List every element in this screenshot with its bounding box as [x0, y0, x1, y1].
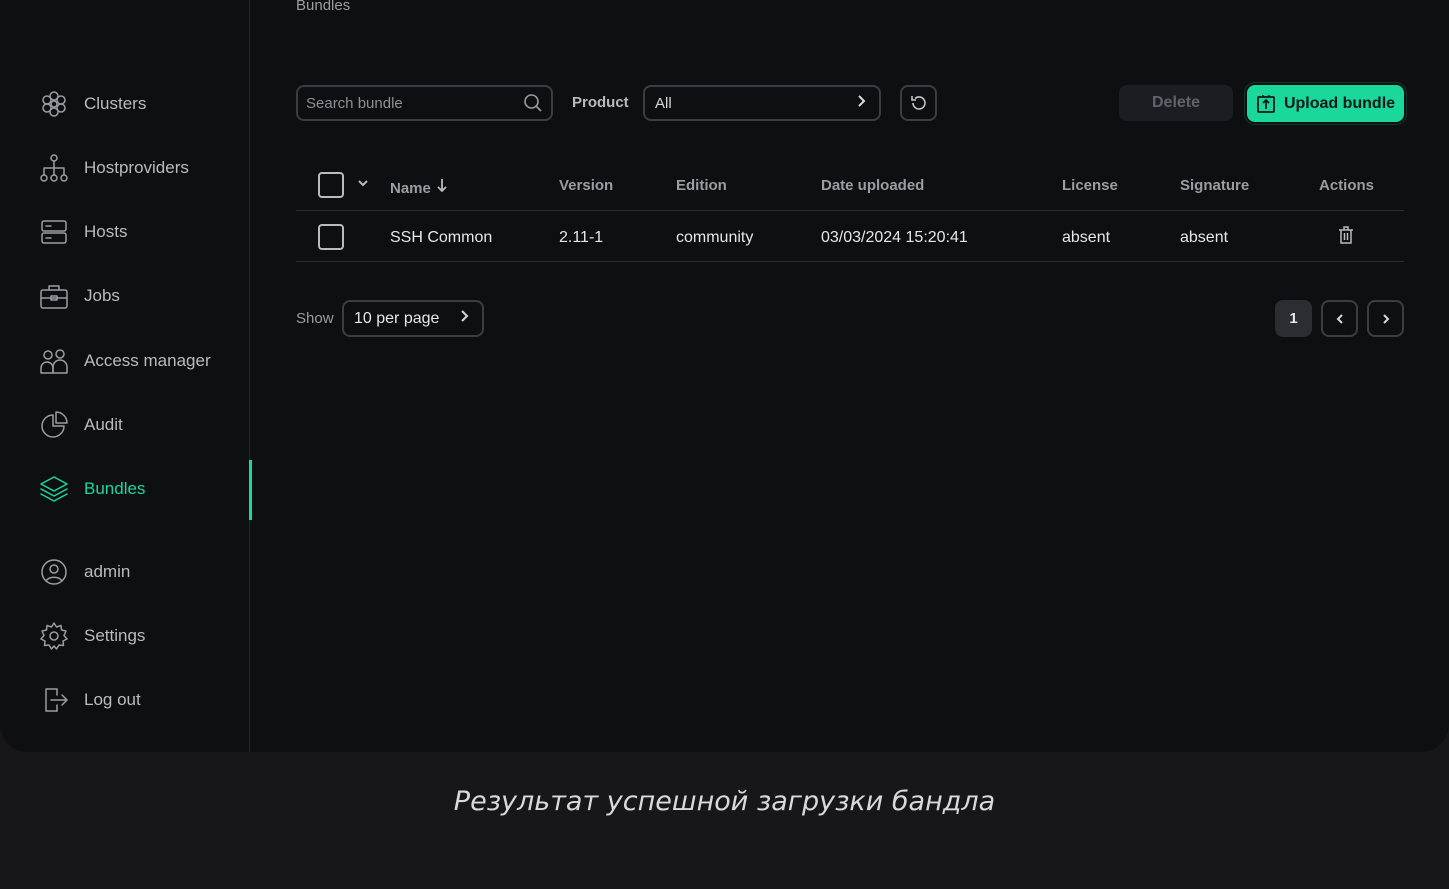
sidebar-item-label: Clusters: [84, 94, 147, 113]
search-box: [296, 85, 553, 121]
chevron-left-icon: [1336, 313, 1343, 324]
sidebar-item-clusters[interactable]: Clusters: [38, 84, 248, 124]
per-page-value: 10 per page: [354, 309, 440, 327]
jobs-icon: [38, 280, 70, 312]
sidebar-item-label: Log out: [84, 690, 141, 709]
sidebar-item-hostproviders[interactable]: Hostproviders: [38, 148, 248, 188]
sidebar-item-settings[interactable]: Settings: [38, 616, 248, 656]
sidebar-item-label: Audit: [84, 415, 123, 434]
sidebar-item-label: Access manager: [84, 351, 211, 370]
user-icon: [38, 556, 70, 588]
sidebar-item-label: admin: [84, 562, 131, 581]
gear-icon: [38, 620, 70, 652]
sidebar-item-jobs[interactable]: Jobs: [38, 276, 248, 316]
next-page-button[interactable]: [1367, 300, 1404, 337]
sidebar: Clusters Hostproviders Hosts Jobs Access…: [0, 0, 250, 752]
cell-date: 03/03/2024 15:20:41: [821, 229, 968, 246]
chevron-right-icon: [853, 93, 869, 113]
show-label: Show: [296, 310, 334, 327]
cell-signature: absent: [1180, 229, 1229, 246]
trash-icon[interactable]: [1336, 225, 1358, 247]
row-checkbox[interactable]: [318, 224, 344, 250]
hosts-icon: [38, 216, 70, 248]
sidebar-item-admin[interactable]: admin: [38, 552, 248, 592]
chevron-right-icon: [456, 308, 472, 329]
sidebar-item-audit[interactable]: Audit: [38, 405, 248, 445]
sidebar-item-label: Settings: [84, 626, 146, 645]
sidebar-item-bundles[interactable]: Bundles: [38, 469, 248, 509]
logout-icon: [38, 684, 70, 716]
select-all-checkbox[interactable]: [318, 172, 344, 198]
sidebar-item-label: Hosts: [84, 222, 128, 241]
column-header-signature[interactable]: Signature: [1180, 177, 1249, 194]
audit-icon: [38, 409, 70, 441]
cell-license: absent: [1062, 229, 1111, 246]
page-button[interactable]: 1: [1275, 300, 1312, 337]
sidebar-item-label: Hostproviders: [84, 158, 189, 177]
hostproviders-icon: [38, 152, 70, 184]
sort-down-icon: [435, 179, 449, 197]
clusters-icon: [38, 88, 70, 120]
refresh-icon: [910, 96, 926, 110]
refresh-button[interactable]: [900, 85, 937, 121]
column-header-edition[interactable]: Edition: [676, 177, 727, 194]
prev-page-button[interactable]: [1321, 300, 1358, 337]
breadcrumb: Bundles: [296, 0, 351, 14]
product-select[interactable]: All: [643, 85, 881, 121]
cell-name: SSH Common: [390, 229, 493, 246]
table-row: SSH Common 2.11-1 community 03/03/2024 1…: [296, 211, 1404, 262]
sidebar-item-logout[interactable]: Log out: [38, 680, 248, 720]
upload-bundle-button[interactable]: Upload bundle: [1247, 85, 1404, 122]
bundles-table: Name Version Edition Date uploaded Licen…: [296, 160, 1404, 262]
sidebar-item-access-manager[interactable]: Access manager: [38, 341, 248, 381]
sidebar-item-label: Jobs: [84, 286, 120, 305]
upload-bundle-label: Upload bundle: [1283, 94, 1396, 112]
sidebar-item-label: Bundles: [84, 479, 146, 498]
delete-button[interactable]: Delete: [1119, 85, 1233, 121]
chevron-right-icon: [1382, 313, 1389, 324]
column-header-version[interactable]: Version: [559, 177, 613, 194]
cell-version: 2.11-1: [559, 229, 604, 246]
main-content: Bundles Product All Delete Upload bundle…: [251, 0, 1449, 752]
column-header-name[interactable]: Name: [390, 177, 449, 197]
search-input[interactable]: [306, 94, 523, 112]
app-window: Clusters Hostproviders Hosts Jobs Access…: [0, 0, 1449, 752]
product-filter-label: Product: [572, 94, 629, 111]
product-select-value: All: [655, 94, 672, 112]
bundles-icon: [38, 473, 70, 505]
table-header: Name Version Edition Date uploaded Licen…: [296, 160, 1404, 211]
cell-edition: community: [676, 229, 754, 246]
image-caption: Результат успешной загрузки бандла: [453, 786, 996, 817]
column-header-license[interactable]: License: [1062, 177, 1118, 194]
per-page-select[interactable]: 10 per page: [342, 300, 484, 337]
upload-icon: [1257, 94, 1275, 113]
column-header-actions: Actions: [1319, 177, 1375, 194]
column-header-date[interactable]: Date uploaded: [821, 177, 924, 194]
sidebar-item-hosts[interactable]: Hosts: [38, 212, 248, 252]
chevron-down-icon[interactable]: [356, 176, 374, 194]
search-icon[interactable]: [523, 93, 543, 113]
access-manager-icon: [38, 345, 70, 377]
